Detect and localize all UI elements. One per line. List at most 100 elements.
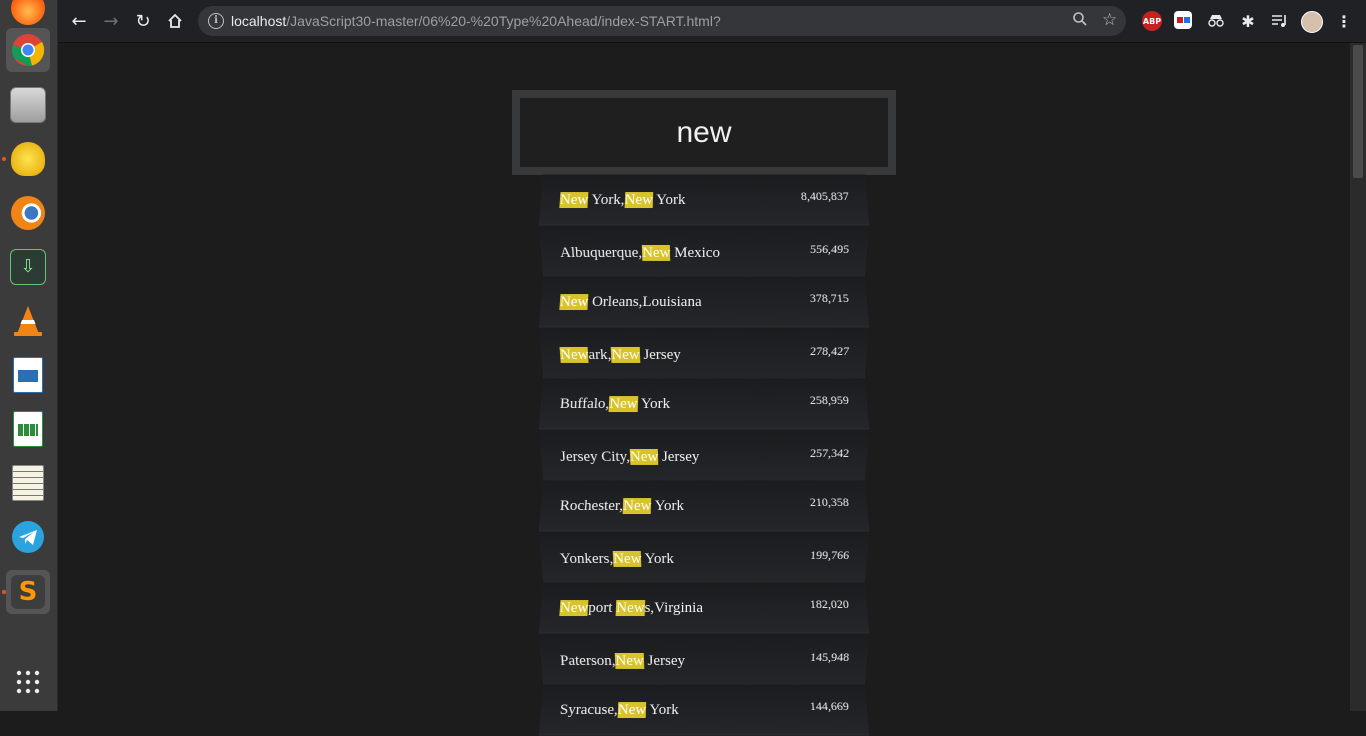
- city-state-name: New Orleans,Louisiana: [559, 294, 702, 311]
- population-value: 199,766: [809, 547, 850, 562]
- blender-launcher[interactable]: [6, 191, 50, 235]
- name-text: ark,: [587, 346, 612, 363]
- suggestion-item[interactable]: Yonkers,New York 199,766: [538, 532, 870, 584]
- suggestion-item[interactable]: Jersey City,New Jersey 257,342: [538, 430, 870, 482]
- suggestion-item[interactable]: Albuquerque,New Mexico 556,495: [538, 226, 870, 278]
- name-text: Orleans,Louisiana: [587, 294, 702, 311]
- sublime-launcher[interactable]: S: [6, 570, 50, 614]
- suggestion-item[interactable]: New York,New York 8,405,837: [538, 174, 870, 226]
- suggestion-item[interactable]: New Orleans,Louisiana 378,715: [538, 276, 870, 328]
- zoom-icon[interactable]: [1072, 11, 1088, 31]
- sublime-icon: S: [11, 575, 45, 609]
- url-text: localhost/JavaScript30-master/06%20-%20T…: [231, 13, 721, 29]
- name-text: Yonkers,: [559, 550, 614, 567]
- back-button[interactable]: ←: [64, 6, 94, 36]
- city-state-name: Albuquerque,New Mexico: [560, 244, 721, 262]
- match-highlight: New: [622, 498, 652, 515]
- forward-button[interactable]: →: [96, 6, 126, 36]
- extension-icon[interactable]: [1174, 11, 1192, 29]
- population-value: 378,715: [809, 291, 850, 306]
- city-search-input[interactable]: new: [512, 90, 896, 175]
- telegram-launcher[interactable]: [6, 515, 50, 559]
- match-highlight: New: [610, 346, 640, 363]
- address-bar[interactable]: i localhost/JavaScript30-master/06%20-%2…: [198, 6, 1126, 36]
- population-value: 145,948: [809, 649, 850, 664]
- app-grid-icon: [16, 670, 40, 694]
- name-text: Buffalo,: [559, 396, 610, 413]
- browser-toolbar: ← → ↻ i localhost/JavaScript30-master/06…: [58, 0, 1366, 43]
- suggestion-item[interactable]: Buffalo,New York 258,959: [538, 378, 870, 430]
- ubuntu-dock: ⇩ S: [0, 0, 58, 711]
- firefox-launcher[interactable]: [6, 0, 50, 30]
- population-value: 210,358: [809, 495, 850, 510]
- suggestion-item[interactable]: Syracuse,New York 144,669: [538, 684, 870, 736]
- search-input-value: new: [676, 115, 732, 149]
- city-state-name: Jersey City,New Jersey: [560, 448, 700, 466]
- name-text: York,: [587, 192, 625, 209]
- city-state-name: Newport News,Virginia: [559, 600, 703, 617]
- name-text: Jersey: [658, 448, 700, 465]
- file-cabinet-icon: [10, 87, 46, 123]
- vlc-cone-icon: [14, 306, 42, 336]
- writer-launcher[interactable]: [6, 353, 50, 397]
- suggestion-item[interactable]: Newark,New Jersey 278,427: [538, 328, 870, 380]
- media-controls-icon[interactable]: [1270, 11, 1290, 31]
- population-value: 278,427: [809, 343, 850, 358]
- notepad-icon: [12, 465, 44, 501]
- spreadsheet-icon: [13, 411, 43, 447]
- name-text: Syracuse,: [559, 702, 619, 719]
- document-icon: [13, 357, 43, 393]
- population-value: 258,959: [809, 393, 850, 408]
- name-text: Jersey: [639, 346, 681, 363]
- suggestion-item[interactable]: Paterson,New Jersey 145,948: [538, 634, 870, 686]
- telegram-icon: [12, 521, 44, 553]
- city-state-name: Rochester,New York: [559, 498, 684, 515]
- name-text: Mexico: [670, 244, 721, 261]
- bookmark-star-icon[interactable]: ☆: [1102, 10, 1117, 30]
- name-text: York: [641, 550, 675, 567]
- match-highlight: New: [559, 346, 589, 363]
- match-highlight: New: [617, 702, 647, 719]
- suggestions-list: New York,New York 8,405,837 Albuquerque,Ne…: [538, 174, 870, 736]
- reload-button[interactable]: ↻: [128, 6, 158, 36]
- match-highlight: New: [559, 600, 589, 617]
- match-highlight: New: [559, 294, 589, 311]
- page-scrollbar[interactable]: [1350, 43, 1366, 711]
- name-text: port: [587, 600, 617, 617]
- population-value: 144,669: [809, 699, 850, 714]
- city-state-name: Yonkers,New York: [559, 550, 675, 568]
- match-highlight: New: [624, 192, 654, 209]
- population-value: 8,405,837: [800, 189, 850, 204]
- suggestion-item[interactable]: Rochester,New York 210,358: [538, 480, 870, 532]
- teapot-launcher[interactable]: [6, 137, 50, 181]
- match-highlight: New: [629, 448, 659, 465]
- calc-launcher[interactable]: [6, 407, 50, 451]
- installer-launcher[interactable]: ⇩: [6, 245, 50, 289]
- match-highlight: New: [615, 600, 645, 617]
- name-text: York: [651, 498, 685, 515]
- chrome-launcher[interactable]: [6, 28, 50, 72]
- puzzle-extensions-icon[interactable]: ✱: [1238, 11, 1258, 31]
- name-text: York: [652, 192, 686, 209]
- firefox-icon: [11, 0, 45, 25]
- adblock-extension-icon[interactable]: ABP: [1142, 11, 1162, 31]
- arrow-right-icon: →: [103, 10, 119, 32]
- match-highlight: New: [612, 550, 642, 567]
- arrow-left-icon: ←: [71, 10, 87, 32]
- spy-extension-icon[interactable]: [1206, 11, 1226, 31]
- text-editor-launcher[interactable]: [6, 461, 50, 505]
- show-applications-button[interactable]: [6, 660, 50, 704]
- profile-avatar[interactable]: [1301, 11, 1323, 33]
- menu-kebab-icon[interactable]: ⋮: [1334, 11, 1354, 31]
- home-button[interactable]: [160, 6, 190, 36]
- files-launcher[interactable]: [6, 83, 50, 127]
- city-state-name: Paterson,New Jersey: [559, 652, 686, 670]
- suggestion-item[interactable]: Newport News,Virginia 182,020: [538, 582, 870, 634]
- city-state-name: New York,New York: [559, 192, 686, 209]
- match-highlight: New: [615, 652, 645, 669]
- info-icon: i: [208, 13, 224, 29]
- teapot-icon: [11, 142, 45, 176]
- vlc-launcher[interactable]: [6, 299, 50, 343]
- name-text: Paterson,: [559, 652, 616, 669]
- scrollbar-thumb[interactable]: [1353, 45, 1363, 178]
